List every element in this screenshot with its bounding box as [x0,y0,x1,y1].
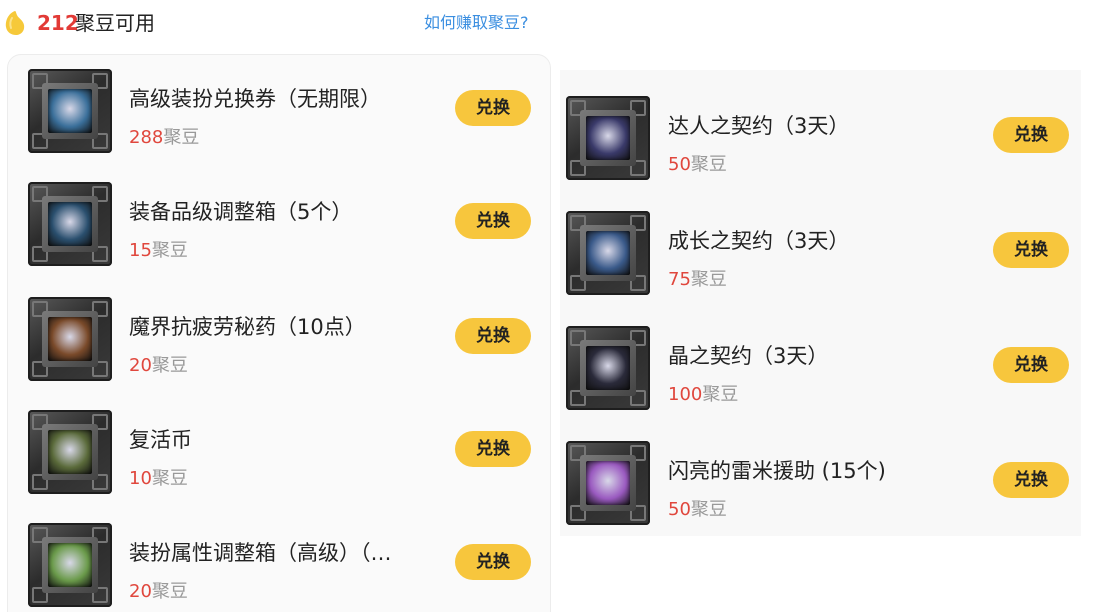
item-price: 20聚豆 [129,353,188,379]
price-value: 20 [129,355,152,376]
item-price: 20聚豆 [129,579,188,605]
price-unit: 聚豆 [702,384,739,405]
item-name: 复活币 [129,428,192,452]
list-item: 达人之契约（3天） 50聚豆 兑换 [560,96,1081,196]
item-name: 魔界抗疲劳秘药（10点） [129,315,366,339]
item-thumbnail [28,69,112,153]
item-thumbnail [28,182,112,266]
exchange-button[interactable]: 兑换 [455,90,531,126]
list-item: 晶之契约（3天） 100聚豆 兑换 [560,326,1081,426]
item-name: 闪亮的雷米援助 (15个) [668,459,886,483]
item-name: 装备品级调整箱（5个） [129,200,353,224]
item-name: 晶之契约（3天） [668,344,829,368]
item-name: 成长之契约（3天） [668,229,850,253]
price-value: 75 [668,269,691,290]
list-item: 闪亮的雷米援助 (15个) 50聚豆 兑换 [560,441,1081,541]
list-item: 装扮属性调整箱（高级）（… 20聚豆 兑换 [8,523,550,612]
item-price: 50聚豆 [668,497,727,523]
list-item: 魔界抗疲劳秘药（10点） 20聚豆 兑换 [8,297,550,397]
price-unit: 聚豆 [151,240,188,261]
item-thumbnail [28,297,112,381]
item-price: 15聚豆 [129,238,188,264]
item-thumbnail [28,523,112,607]
bean-icon [5,11,25,35]
exchange-button[interactable]: 兑换 [455,203,531,239]
item-price: 288聚豆 [129,125,199,151]
header: 212 聚豆可用 如何赚取聚豆? [0,0,560,44]
list-item: 高级装扮兑换券（无期限） 288聚豆 兑换 [8,69,550,169]
bean-label: 聚豆可用 [75,11,155,35]
price-value: 20 [129,581,152,602]
exchange-button[interactable]: 兑换 [455,431,531,467]
price-unit: 聚豆 [151,468,188,489]
item-thumbnail [566,211,650,295]
price-value: 288 [129,127,164,148]
price-value: 15 [129,240,152,261]
exchange-list-left: 高级装扮兑换券（无期限） 288聚豆 兑换 装备品级调整箱（5个） 15聚豆 兑… [7,54,551,612]
price-unit: 聚豆 [151,581,188,602]
price-value: 50 [668,154,691,175]
exchange-button[interactable]: 兑换 [993,347,1069,383]
exchange-button[interactable]: 兑换 [455,544,531,580]
price-value: 10 [129,468,152,489]
item-thumbnail [566,96,650,180]
item-price: 10聚豆 [129,466,188,492]
price-value: 50 [668,499,691,520]
item-price: 75聚豆 [668,267,727,293]
list-item: 复活币 10聚豆 兑换 [8,410,550,510]
price-unit: 聚豆 [690,269,727,290]
price-unit: 聚豆 [690,499,727,520]
price-unit: 聚豆 [151,355,188,376]
item-price: 50聚豆 [668,152,727,178]
exchange-button[interactable]: 兑换 [455,318,531,354]
item-name: 装扮属性调整箱（高级）（… [129,541,392,565]
earn-beans-link[interactable]: 如何赚取聚豆? [424,11,529,35]
price-unit: 聚豆 [163,127,200,148]
price-value: 100 [668,384,703,405]
exchange-button[interactable]: 兑换 [993,117,1069,153]
bean-exchange-page: 212 聚豆可用 如何赚取聚豆? 高级装扮兑换券（无期限） 288聚豆 兑换 装… [0,0,1099,612]
item-thumbnail [28,410,112,494]
list-item: 装备品级调整箱（5个） 15聚豆 兑换 [8,182,550,282]
exchange-button[interactable]: 兑换 [993,462,1069,498]
item-thumbnail [566,441,650,525]
list-item: 成长之契约（3天） 75聚豆 兑换 [560,211,1081,311]
exchange-button[interactable]: 兑换 [993,232,1069,268]
item-name: 高级装扮兑换券（无期限） [129,87,381,111]
item-thumbnail [566,326,650,410]
price-unit: 聚豆 [690,154,727,175]
bean-count: 212 [37,11,79,35]
item-name: 达人之契约（3天） [668,114,850,138]
item-price: 100聚豆 [668,382,738,408]
exchange-list-right: 达人之契约（3天） 50聚豆 兑换 成长之契约（3天） 75聚豆 兑换 晶之契约… [560,70,1081,536]
